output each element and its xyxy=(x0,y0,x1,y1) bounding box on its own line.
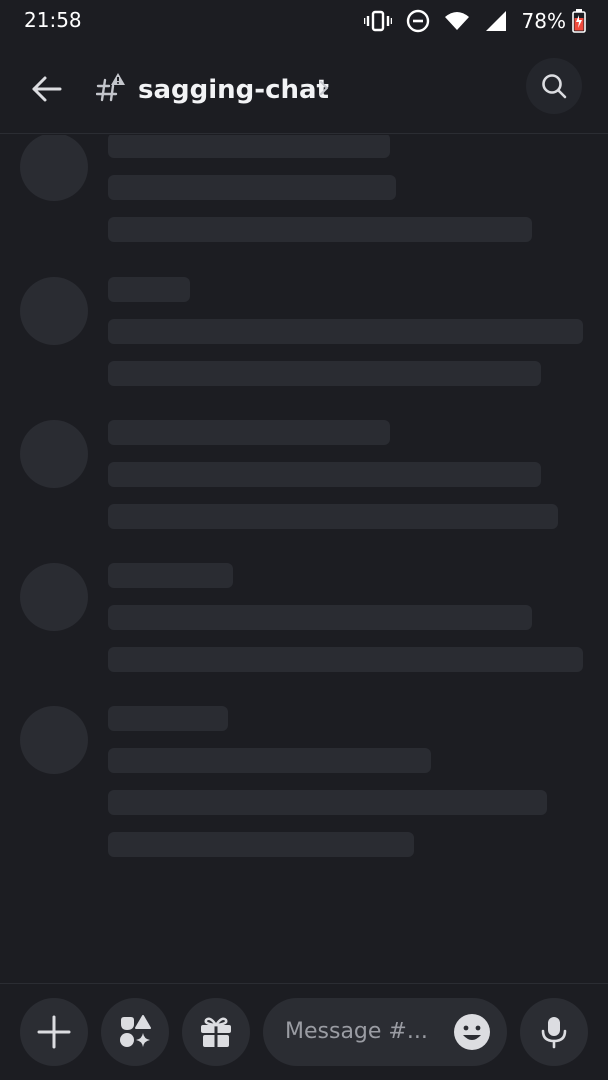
text-line-placeholder xyxy=(108,217,532,242)
text-line-placeholder xyxy=(108,361,541,386)
voice-message-button[interactable] xyxy=(520,998,588,1066)
gift-button[interactable] xyxy=(182,998,250,1066)
back-button[interactable] xyxy=(26,68,68,110)
search-icon xyxy=(542,74,567,99)
message-list xyxy=(0,135,608,980)
battery-charging-icon xyxy=(572,9,586,33)
signal-icon xyxy=(484,10,508,32)
add-attachment-button[interactable] xyxy=(20,998,88,1066)
plus-icon xyxy=(37,1015,71,1049)
message-composer: Message #... xyxy=(0,983,608,1080)
do-not-disturb-icon xyxy=(406,9,430,33)
channel-name[interactable]: sagging-chat xyxy=(138,75,329,105)
avatar-placeholder xyxy=(20,706,88,774)
text-line-placeholder xyxy=(108,504,558,529)
avatar-placeholder xyxy=(20,563,88,631)
avatar-placeholder xyxy=(20,420,88,488)
text-line-placeholder xyxy=(108,790,547,815)
text-line-placeholder xyxy=(108,832,414,857)
text-line-placeholder xyxy=(108,462,541,487)
microphone-icon xyxy=(541,1017,567,1049)
apps-icon xyxy=(120,1015,151,1047)
text-line-placeholder xyxy=(108,563,233,588)
text-line-placeholder xyxy=(108,319,583,344)
text-line-placeholder xyxy=(108,706,228,731)
text-line-placeholder xyxy=(108,135,390,158)
status-time: 21:58 xyxy=(24,8,82,32)
text-line-placeholder xyxy=(108,748,431,773)
battery-percent: 78% xyxy=(521,9,566,33)
search-button[interactable] xyxy=(526,58,582,114)
wifi-icon xyxy=(444,11,470,31)
gift-icon xyxy=(201,1017,231,1047)
status-icons: 78% xyxy=(363,6,586,36)
text-line-placeholder xyxy=(108,277,190,302)
channel-header: sagging-chat xyxy=(0,42,608,134)
text-line-placeholder xyxy=(108,175,396,200)
status-bar: 21:58 78% xyxy=(0,0,608,42)
emoji-button[interactable] xyxy=(453,1013,491,1051)
apps-button[interactable] xyxy=(101,998,169,1066)
back-arrow-icon xyxy=(32,76,62,102)
text-line-placeholder xyxy=(108,420,390,445)
message-input[interactable]: Message #... xyxy=(263,998,507,1066)
message-input-placeholder: Message #... xyxy=(285,1019,428,1044)
text-line-placeholder xyxy=(108,605,532,630)
emoji-icon xyxy=(454,1014,490,1050)
avatar-placeholder xyxy=(20,277,88,345)
chevron-right-icon[interactable] xyxy=(318,78,330,102)
avatar-placeholder xyxy=(20,135,88,201)
text-line-placeholder xyxy=(108,647,583,672)
vibrate-icon xyxy=(363,10,392,32)
channel-hash-alert-icon xyxy=(95,72,126,102)
